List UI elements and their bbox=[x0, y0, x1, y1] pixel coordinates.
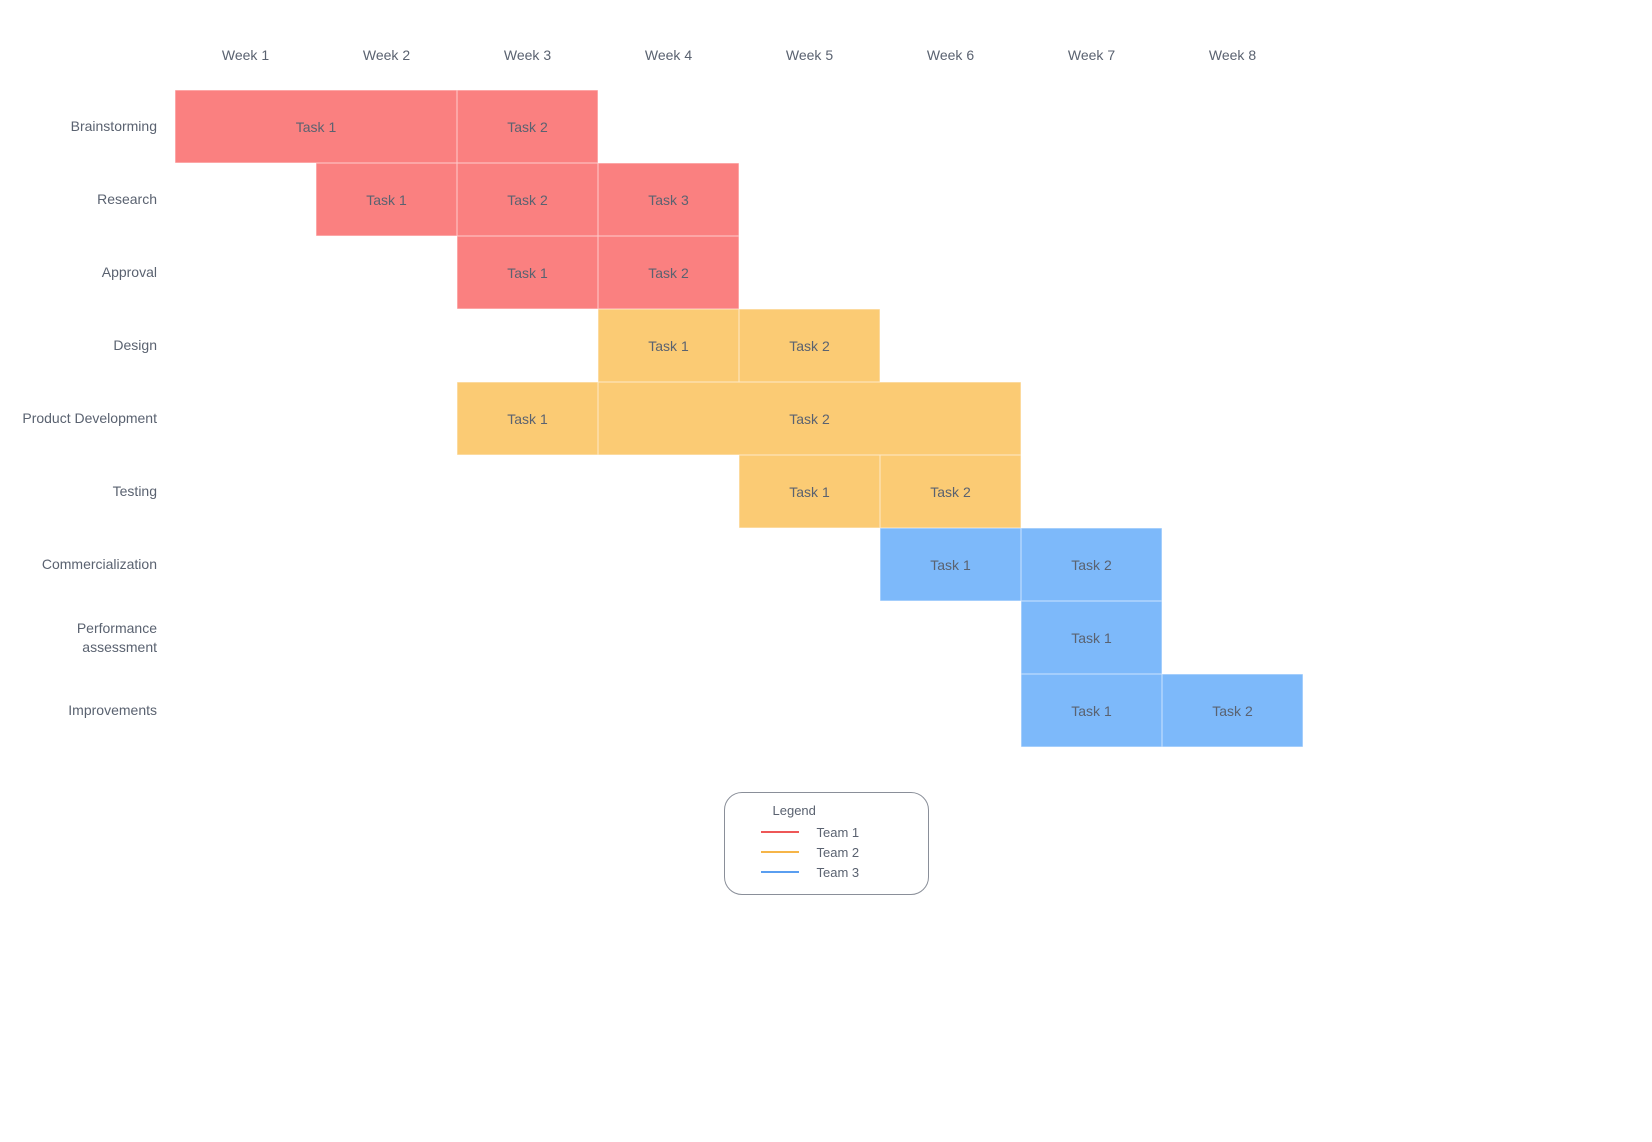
gantt-bar: Task 1 bbox=[1021, 601, 1162, 674]
gantt-bar: Task 2 bbox=[457, 163, 598, 236]
column-header: Week 8 bbox=[1162, 20, 1303, 90]
row-track: Task 1Task 2 bbox=[175, 236, 1303, 309]
legend-label: Team 1 bbox=[817, 825, 860, 840]
legend-label: Team 2 bbox=[817, 845, 860, 860]
legend-item: Team 2 bbox=[743, 842, 910, 862]
gantt-bar: Task 1 bbox=[457, 382, 598, 455]
gantt-bar: Task 3 bbox=[598, 163, 739, 236]
column-header: Week 3 bbox=[457, 20, 598, 90]
row-label: Design bbox=[20, 309, 175, 382]
row-track: Task 1Task 2 bbox=[175, 309, 1303, 382]
row-label: Testing bbox=[20, 455, 175, 528]
row-label: Improvements bbox=[20, 674, 175, 747]
legend-swatch-icon bbox=[761, 871, 799, 873]
legend-title: Legend bbox=[743, 803, 910, 818]
corner-cell bbox=[20, 20, 175, 90]
row-track: Task 1 bbox=[175, 601, 1303, 674]
gantt-bar: Task 2 bbox=[880, 455, 1021, 528]
gantt-chart: Week 1Week 2Week 3Week 4Week 5Week 6Week… bbox=[20, 20, 1632, 747]
gantt-bar: Task 1 bbox=[880, 528, 1021, 601]
gantt-bar: Task 2 bbox=[1162, 674, 1303, 747]
column-header: Week 7 bbox=[1021, 20, 1162, 90]
row-track: Task 1Task 2 bbox=[175, 382, 1303, 455]
row-track: Task 1Task 2Task 3 bbox=[175, 163, 1303, 236]
legend-label: Team 3 bbox=[817, 865, 860, 880]
legend-swatch-icon bbox=[761, 831, 799, 833]
row-label: Brainstorming bbox=[20, 90, 175, 163]
row-label: Performance assessment bbox=[20, 601, 175, 674]
gantt-bar: Task 2 bbox=[598, 236, 739, 309]
gantt-bar: Task 1 bbox=[1021, 674, 1162, 747]
row-label: Approval bbox=[20, 236, 175, 309]
gantt-bar: Task 1 bbox=[457, 236, 598, 309]
gantt-bar: Task 1 bbox=[175, 90, 457, 163]
column-header: Week 5 bbox=[739, 20, 880, 90]
legend-swatch-icon bbox=[761, 851, 799, 853]
row-label: Commercialization bbox=[20, 528, 175, 601]
gantt-bar: Task 2 bbox=[457, 90, 598, 163]
row-track: Task 1Task 2 bbox=[175, 90, 1303, 163]
row-label: Research bbox=[20, 163, 175, 236]
gantt-bar: Task 2 bbox=[1021, 528, 1162, 601]
row-track: Task 1Task 2 bbox=[175, 528, 1303, 601]
gantt-bar: Task 1 bbox=[316, 163, 457, 236]
legend-item: Team 3 bbox=[743, 862, 910, 882]
row-track: Task 1Task 2 bbox=[175, 674, 1303, 747]
row-label: Product Development bbox=[20, 382, 175, 455]
gantt-bar: Task 1 bbox=[739, 455, 880, 528]
gantt-bar: Task 2 bbox=[739, 309, 880, 382]
gantt-bar: Task 1 bbox=[598, 309, 739, 382]
column-header: Week 6 bbox=[880, 20, 1021, 90]
legend-item: Team 1 bbox=[743, 822, 910, 842]
gantt-bar: Task 2 bbox=[598, 382, 1021, 455]
column-header: Week 1 bbox=[175, 20, 316, 90]
column-header: Week 2 bbox=[316, 20, 457, 90]
row-track: Task 1Task 2 bbox=[175, 455, 1303, 528]
column-header: Week 4 bbox=[598, 20, 739, 90]
legend: Legend Team 1 Team 2 Team 3 bbox=[724, 792, 929, 895]
